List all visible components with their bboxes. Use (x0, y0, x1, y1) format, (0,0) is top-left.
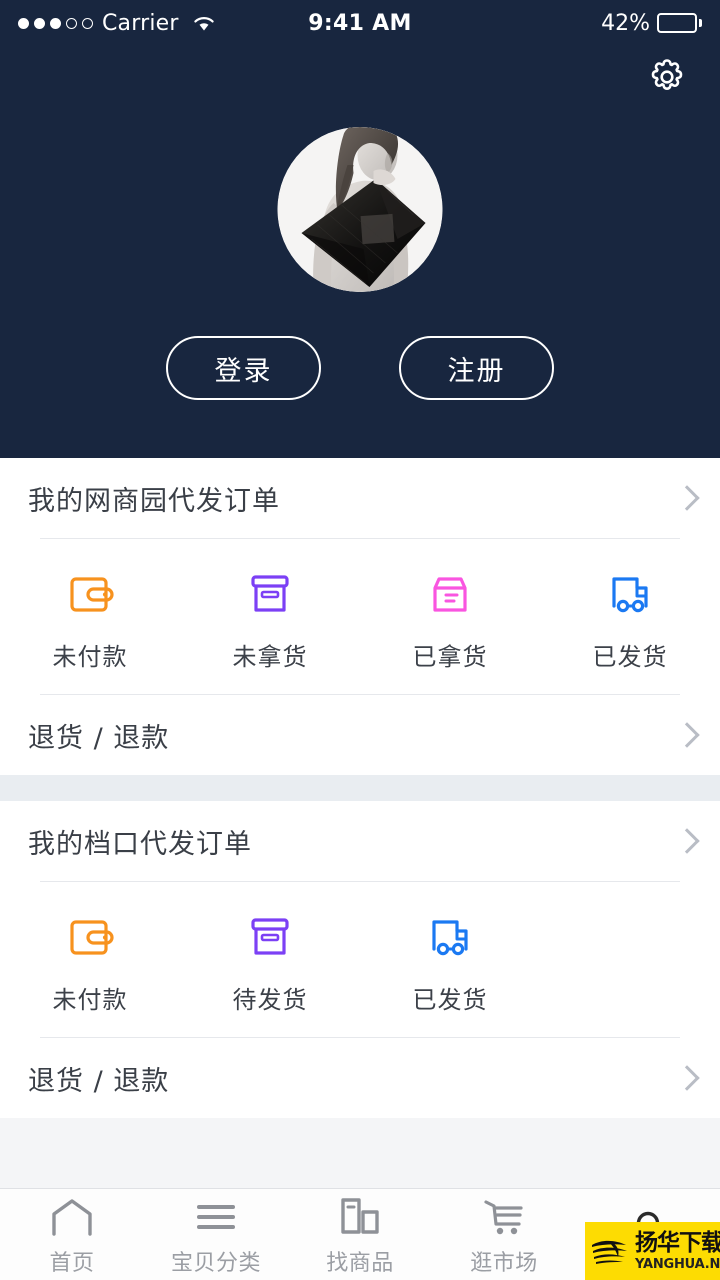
tab-label: 逛市场 (470, 1251, 538, 1276)
tab-label: 首页 (49, 1251, 95, 1276)
chevron-right-icon (678, 1066, 692, 1090)
tab-categories[interactable]: 宝贝分类 (144, 1189, 288, 1280)
chevron-right-icon (678, 829, 692, 853)
dangkou-status-row: 未付款 待发货 已发货 (0, 882, 720, 1037)
tab-market[interactable]: 逛市场 (432, 1189, 576, 1280)
auth-buttons: 登录 注册 (0, 336, 720, 400)
section-gap (0, 775, 720, 801)
status-item-shipped[interactable]: 已发货 (360, 908, 540, 1015)
register-button[interactable]: 注册 (399, 336, 554, 400)
status-item-pending-ship[interactable]: 待发货 (180, 908, 360, 1015)
wangshangyuan-order-header[interactable]: 我的网商园代发订单 (0, 458, 720, 538)
avatar[interactable] (277, 127, 443, 292)
status-item-unpaid[interactable]: 未付款 (0, 565, 180, 672)
status-item-not-picked[interactable]: 未拿货 (180, 565, 360, 672)
status-label: 未拿货 (232, 643, 308, 671)
section-title: 我的档口代发订单 (28, 828, 252, 860)
status-item-picked[interactable]: 已拿货 (360, 565, 540, 672)
dangkou-order-header[interactable]: 我的档口代发订单 (0, 801, 720, 881)
wangshangyuan-refund-row[interactable]: 退货 / 退款 (0, 695, 720, 775)
profile-header: Carrier 9:41 AM 42% 登录 注册 (0, 0, 720, 458)
box-icon (241, 908, 299, 966)
refund-label: 退货 / 退款 (28, 1065, 170, 1097)
battery-icon (657, 13, 697, 33)
section-title: 我的网商园代发订单 (28, 485, 280, 517)
chevron-right-icon (678, 486, 692, 510)
tab-find-products[interactable]: 找商品 (288, 1189, 432, 1280)
watermark-logo-icon (592, 1240, 627, 1264)
wallet-icon (61, 565, 119, 623)
box-lines-icon (421, 565, 479, 623)
status-item-shipped[interactable]: 已发货 (540, 565, 720, 672)
grid-icon (338, 1196, 382, 1236)
status-label: 未付款 (52, 986, 128, 1014)
settings-button[interactable] (640, 52, 694, 106)
watermark-en-label: YANGHUA.NET (635, 1256, 720, 1272)
tab-label: 找商品 (326, 1251, 394, 1276)
box-icon (241, 565, 299, 623)
login-button[interactable]: 登录 (166, 336, 321, 400)
truck-icon (601, 565, 659, 623)
status-label: 已发货 (592, 643, 668, 671)
cart-icon (481, 1196, 527, 1236)
chevron-right-icon (678, 723, 692, 747)
gear-icon (645, 55, 689, 103)
status-item-unpaid[interactable]: 未付款 (0, 908, 180, 1015)
truck-icon (421, 908, 479, 966)
home-icon (49, 1196, 95, 1236)
wallet-icon (61, 908, 119, 966)
status-label: 待发货 (232, 986, 308, 1014)
status-label: 未付款 (52, 643, 128, 671)
menu-icon (194, 1196, 238, 1236)
status-label: 已拿货 (412, 643, 488, 671)
status-bar-right: 42% (601, 11, 702, 36)
battery-percent-label: 42% (601, 10, 650, 36)
dangkou-order-card: 我的档口代发订单 未付款 待发货 已发货 退货 / 退款 (0, 801, 720, 1118)
download-site-watermark: 扬华下载 YANGHUA.NET (585, 1222, 720, 1280)
tab-label: 宝贝分类 (170, 1251, 261, 1276)
status-item-placeholder (540, 908, 720, 1015)
dangkou-refund-row[interactable]: 退货 / 退款 (0, 1038, 720, 1118)
battery-cap (699, 19, 702, 27)
refund-label: 退货 / 退款 (28, 722, 170, 754)
watermark-text: 扬华下载 YANGHUA.NET (635, 1229, 720, 1272)
status-bar: Carrier 9:41 AM 42% (0, 0, 720, 46)
status-label: 已发货 (412, 986, 488, 1014)
wangshangyuan-order-card: 我的网商园代发订单 未付款 未拿货 已拿货 已发货 退货 / 退款 (0, 458, 720, 775)
wangshangyuan-status-row: 未付款 未拿货 已拿货 已发货 (0, 539, 720, 694)
tab-home[interactable]: 首页 (0, 1189, 144, 1280)
avatar-photo (277, 127, 443, 292)
app-screen: Carrier 9:41 AM 42% 登录 注册 我的网商园代发订单 未付款 … (0, 0, 720, 1280)
watermark-cn-label: 扬华下载 (635, 1229, 720, 1256)
